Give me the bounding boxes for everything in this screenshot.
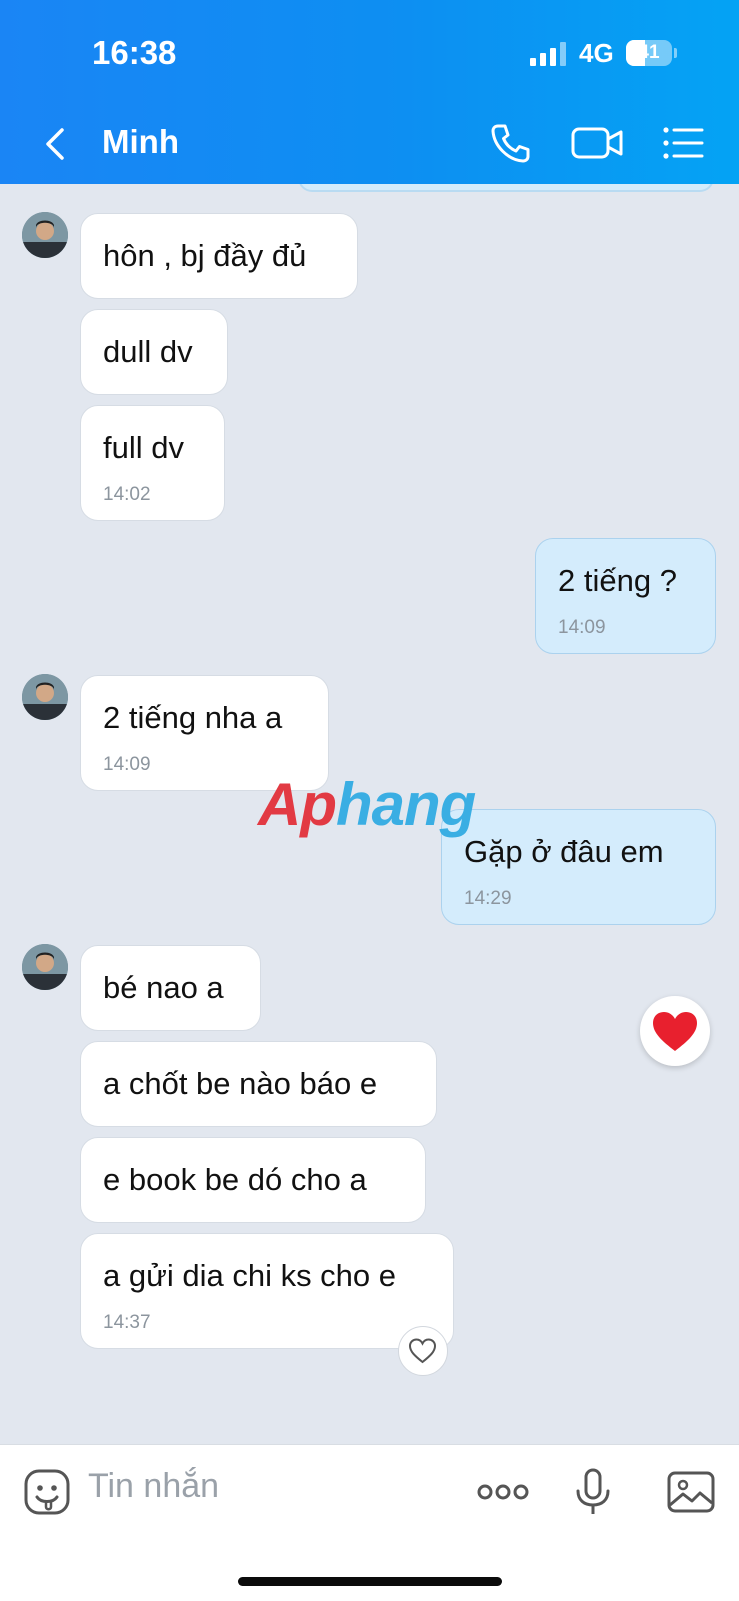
message-bubble-outgoing[interactable]: 2 tiếng ? 14:09: [535, 538, 716, 654]
message-bubble-outgoing[interactable]: Gặp ở đâu em 14:29: [441, 809, 716, 925]
message-time: 14:09: [558, 617, 606, 638]
avatar[interactable]: [22, 944, 68, 990]
contact-avatar-icon: [22, 212, 68, 258]
video-camera-icon: [571, 127, 623, 159]
contact-avatar-icon: [22, 674, 68, 720]
heart-outline-icon: [408, 1338, 437, 1364]
message-text: bé nao a: [103, 970, 224, 1005]
message-bubble-incoming[interactable]: bé nao a: [80, 945, 261, 1031]
menu-button[interactable]: [658, 118, 708, 168]
watermark-part1: Ap: [258, 771, 337, 838]
message-text: a gửi dia chi ks cho e: [103, 1258, 397, 1293]
message-text: hôn , bj đầy đủ: [103, 238, 307, 273]
avatar[interactable]: [22, 674, 68, 720]
message-bubble-incoming[interactable]: full dv 14:02: [80, 405, 225, 521]
chevron-left-icon: [46, 128, 64, 160]
video-call-button[interactable]: [570, 118, 626, 168]
image-gallery-icon: [667, 1471, 715, 1513]
image-button[interactable]: [666, 1467, 716, 1517]
heart-icon: [653, 1012, 697, 1051]
phone-icon: [491, 124, 530, 163]
status-time: 16:38: [92, 34, 177, 71]
battery-icon: 41: [626, 40, 672, 66]
message-time: 14:37: [103, 1312, 151, 1333]
network-type: 4G: [579, 38, 614, 68]
message-bubble-incoming[interactable]: hôn , bj đầy đủ: [80, 213, 358, 299]
avatar[interactable]: [22, 212, 68, 258]
message-text: full dv: [103, 430, 184, 465]
list-menu-icon: [663, 127, 704, 159]
message-text: 2 tiếng nha a: [103, 700, 283, 735]
message-bubble-incoming[interactable]: a chốt be nào báo e: [80, 1041, 437, 1127]
message-time: 14:29: [464, 888, 512, 909]
message-text: dull dv: [103, 334, 193, 369]
message-time: 14:02: [103, 484, 151, 505]
sticker-button[interactable]: [22, 1467, 72, 1517]
sticker-face-icon: [24, 1469, 70, 1515]
message-bubble-incoming[interactable]: dull dv: [80, 309, 228, 395]
contact-name[interactable]: Minh: [102, 123, 179, 161]
message-bubble-incoming[interactable]: e book be dó cho a: [80, 1137, 426, 1223]
message-text: 2 tiếng ?: [558, 563, 677, 598]
voice-call-button[interactable]: [486, 118, 536, 168]
react-button[interactable]: [398, 1326, 448, 1376]
more-dots-icon: [477, 1484, 529, 1500]
voice-record-button[interactable]: [568, 1467, 618, 1517]
message-input[interactable]: Tin nhắn: [88, 1467, 219, 1506]
message-text: e book be dó cho a: [103, 1162, 367, 1197]
chat-header: 16:38 4G 41 Minh: [0, 0, 739, 184]
microphone-icon: [576, 1468, 610, 1514]
message-bubble-incoming[interactable]: a gửi dia chi ks cho e 14:37: [80, 1233, 454, 1349]
message-text: Gặp ở đâu em: [464, 834, 664, 869]
back-button[interactable]: [40, 122, 76, 166]
home-indicator[interactable]: [238, 1577, 502, 1586]
message-time: 14:09: [103, 754, 151, 775]
reaction-heart[interactable]: [640, 996, 710, 1066]
message-text: a chốt be nào báo e: [103, 1066, 378, 1101]
watermark-part2: hang: [335, 771, 476, 838]
more-options-button[interactable]: [476, 1467, 530, 1517]
watermark-logo: Aphang: [258, 770, 476, 839]
signal-icon: [530, 42, 570, 66]
battery-percent: 41: [638, 42, 660, 63]
contact-avatar-icon: [22, 944, 68, 990]
